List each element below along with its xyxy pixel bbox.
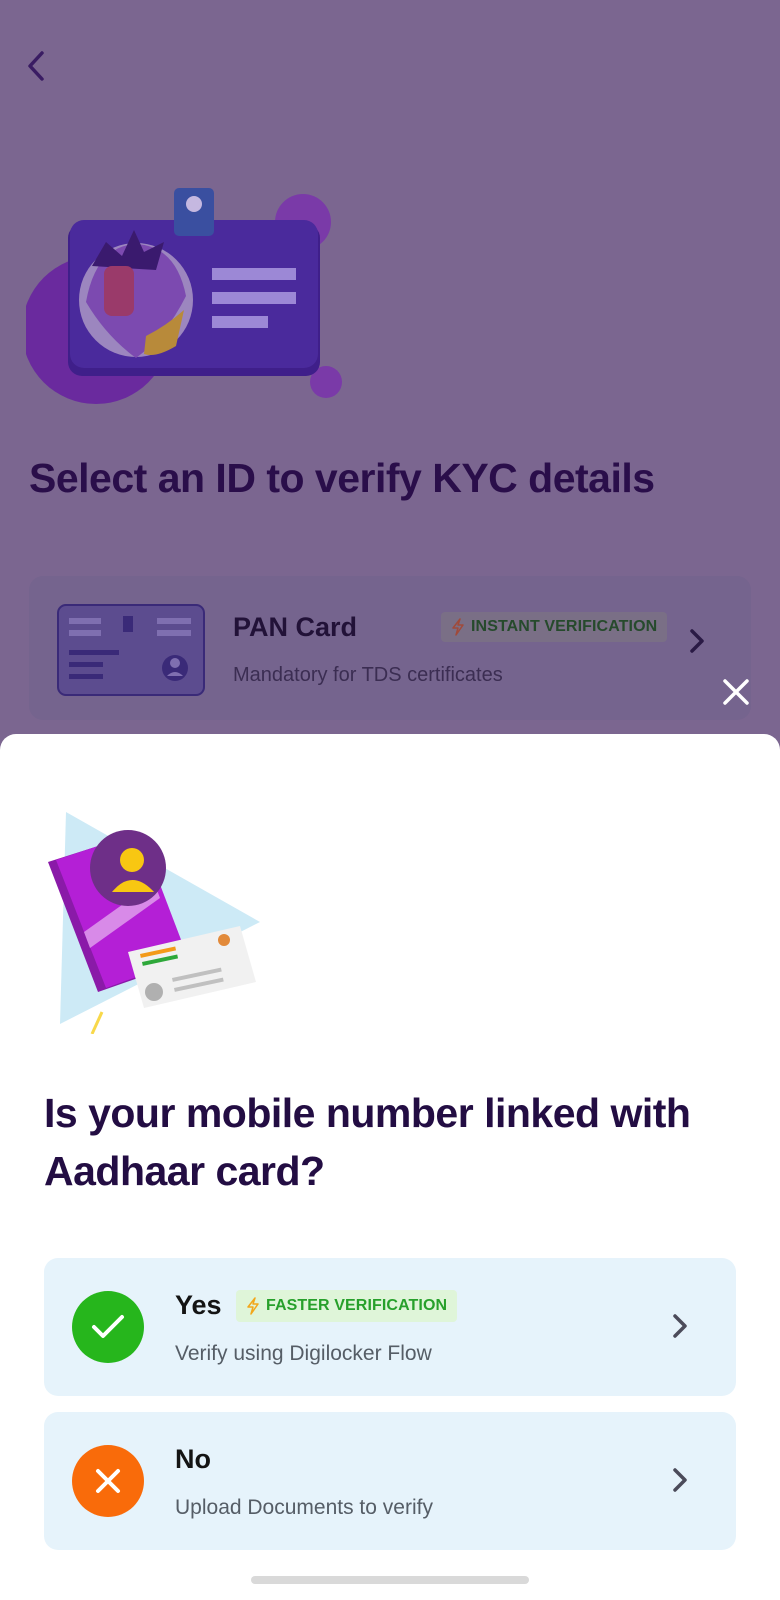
id-card-illustration xyxy=(26,188,342,404)
chevron-right-icon xyxy=(690,629,704,653)
chevron-right-icon xyxy=(673,1468,687,1492)
cross-circle xyxy=(72,1445,144,1517)
yes-option[interactable]: Yes FASTER VERIFICATION Verify using Dig… xyxy=(44,1258,736,1396)
home-indicator[interactable] xyxy=(251,1576,529,1584)
yes-option-title: Yes xyxy=(175,1290,222,1320)
aadhaar-phone-illustration xyxy=(48,812,260,1034)
lightning-icon xyxy=(247,1297,259,1315)
close-icon xyxy=(723,679,749,705)
cross-icon xyxy=(96,1469,120,1493)
faster-verification-badge: FASTER VERIFICATION xyxy=(236,1290,458,1322)
check-circle xyxy=(72,1291,144,1363)
no-option-subtitle: Upload Documents to verify xyxy=(175,1496,433,1519)
back-button[interactable] xyxy=(18,46,54,86)
no-option-title: No xyxy=(175,1444,211,1474)
pan-card-title: PAN Card xyxy=(233,612,358,642)
kyc-page-background: Select an ID to verify KYC details PAN C… xyxy=(0,0,780,740)
pan-card-subtitle: Mandatory for TDS certificates xyxy=(233,664,503,686)
pan-card-option[interactable]: PAN Card INSTANT VERIFICATION Mandatory … xyxy=(29,576,751,720)
instant-verification-badge: INSTANT VERIFICATION xyxy=(441,612,668,642)
chevron-left-icon xyxy=(28,51,44,81)
check-icon xyxy=(92,1315,124,1338)
page-title: Select an ID to verify KYC details xyxy=(29,455,655,501)
lightning-icon xyxy=(452,618,464,636)
close-button[interactable] xyxy=(716,672,756,712)
faster-verification-label: FASTER VERIFICATION xyxy=(266,1297,448,1314)
sheet-title: Is your mobile number linked with Aadhaa… xyxy=(44,1090,691,1194)
aadhaar-bottom-sheet: Is your mobile number linked with Aadhaa… xyxy=(0,734,780,1600)
yes-option-subtitle: Verify using Digilocker Flow xyxy=(175,1342,432,1365)
pan-card-icon xyxy=(57,604,205,696)
chevron-right-icon xyxy=(673,1314,687,1338)
no-option[interactable]: No Upload Documents to verify xyxy=(44,1412,736,1550)
instant-verification-label: INSTANT VERIFICATION xyxy=(471,618,658,635)
